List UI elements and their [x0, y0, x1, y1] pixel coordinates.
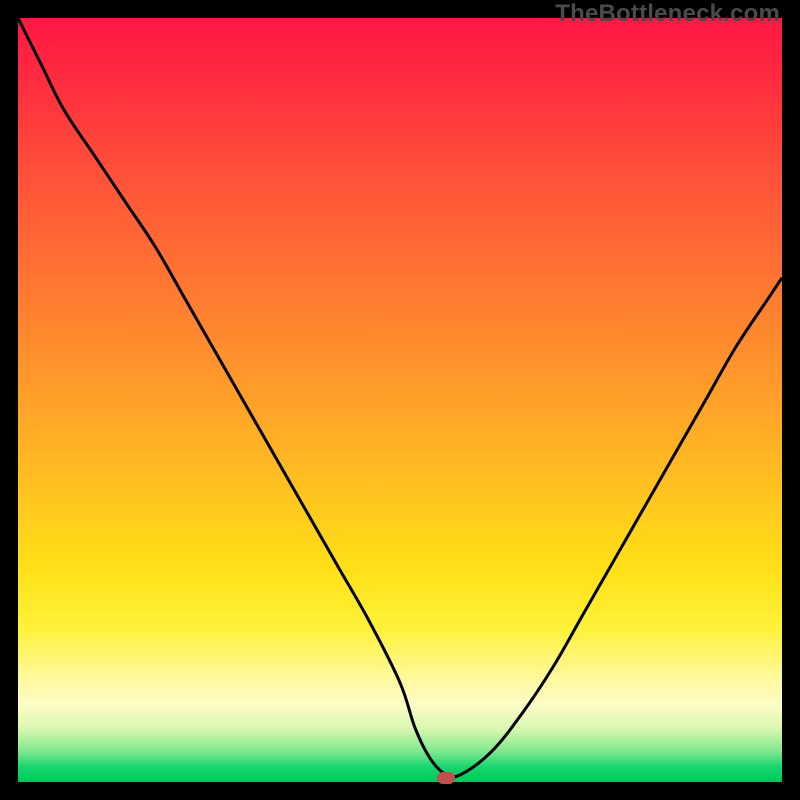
- watermark-text: TheBottleneck.com: [555, 0, 780, 28]
- chart-frame: [18, 18, 782, 782]
- curve-path: [18, 18, 782, 777]
- optimal-marker: [437, 772, 455, 784]
- bottleneck-curve: [18, 18, 782, 782]
